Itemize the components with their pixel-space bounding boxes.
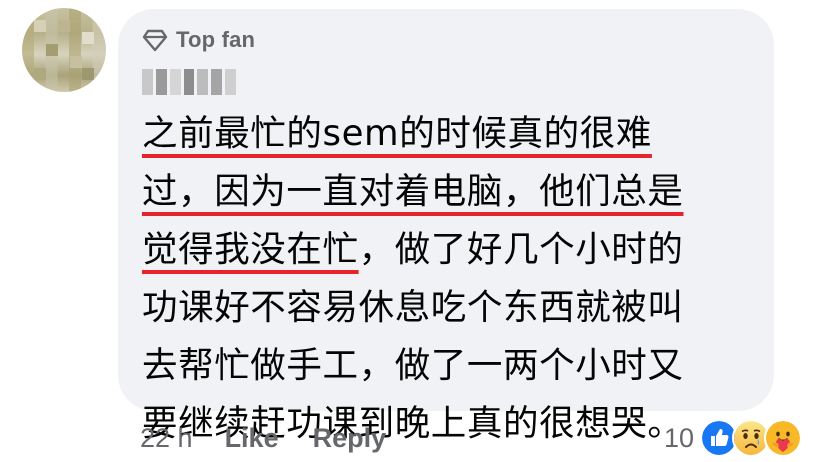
care-reaction-icon bbox=[764, 419, 803, 457]
comment-line-4: 功课好不容易休息吃个东西就被叫 bbox=[142, 287, 684, 328]
diamond-icon bbox=[142, 29, 168, 52]
reply-button[interactable]: Reply bbox=[313, 423, 387, 454]
comment-line-1: 之前最忙的sem的时候真的很难 bbox=[142, 113, 652, 154]
like-button[interactable]: Like bbox=[225, 423, 279, 454]
avatar[interactable] bbox=[22, 8, 106, 92]
comment-line-5: 去帮忙做手工，做了一两个小时又 bbox=[142, 345, 684, 386]
comment-line-3-rest: ，做了好几个小时的 bbox=[358, 229, 684, 270]
reactions-summary[interactable]: 10 bbox=[664, 418, 803, 458]
author-name-blurred[interactable] bbox=[142, 69, 237, 95]
badge-label: Top fan bbox=[176, 27, 256, 52]
comment-bubble: Top fan 之前最忙的sem的时候真的很难 过，因为一直对着电脑，他们总是 … bbox=[118, 9, 774, 444]
comment-text: 之前最忙的sem的时候真的很难 过，因为一直对着电脑，他们总是 觉得我没在忙，做… bbox=[142, 105, 754, 453]
reaction-count: 10 bbox=[664, 422, 695, 453]
comment-actions: 22 h Like Reply bbox=[140, 418, 386, 458]
comment-line-3: 觉得我没在忙，做了好几个小时的 bbox=[142, 221, 754, 279]
top-fan-badge[interactable]: Top fan bbox=[142, 25, 255, 55]
comment-line-3-highlight: 觉得我没在忙 bbox=[142, 229, 359, 270]
comment-line-2: 过，因为一直对着电脑，他们总是 bbox=[142, 171, 684, 212]
timestamp-link[interactable]: 22 h bbox=[140, 423, 193, 454]
